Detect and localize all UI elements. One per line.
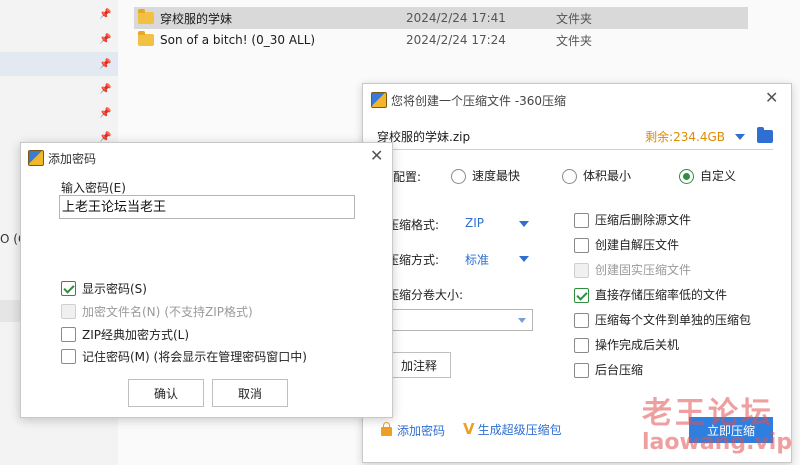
checkbox[interactable] xyxy=(574,313,589,328)
compress-window-titlebar: 您将创建一个压缩文件 -360压缩 xyxy=(371,91,566,109)
option-label: 记住密码(M) (将会显示在管理密码窗口中) xyxy=(82,350,307,364)
file-date: 2024/2/24 17:41 xyxy=(406,11,506,25)
option-self-extract[interactable]: 创建自解压文件 xyxy=(574,236,679,253)
option-show-password[interactable]: 显示密码(S) xyxy=(61,280,147,297)
cancel-button[interactable]: 取消 xyxy=(212,379,288,407)
option-zip-classic[interactable]: ZIP经典加密方式(L) xyxy=(61,326,189,343)
option-label: 创建自解压文件 xyxy=(595,238,680,252)
radio-button[interactable] xyxy=(562,169,577,184)
super-pack-link[interactable]: V 生成超级压缩包 xyxy=(463,420,562,438)
option-label: 直接存储压缩率低的文件 xyxy=(595,288,728,302)
checkbox[interactable] xyxy=(574,213,589,228)
start-compress-button[interactable]: 立即压缩 xyxy=(689,417,773,443)
chevron-down-icon[interactable] xyxy=(518,318,526,323)
password-dialog-title: 添加密码 xyxy=(48,151,97,166)
output-path-field[interactable]: 穿校服的学妹.zip 剩余:234.4GB xyxy=(377,124,773,150)
archive-app-icon xyxy=(371,92,387,108)
add-comment-button[interactable]: 加注释 xyxy=(387,352,451,378)
file-type: 文件夹 xyxy=(556,11,593,26)
checkbox[interactable] xyxy=(574,338,589,353)
method-select[interactable]: 标准 xyxy=(465,251,489,268)
v-badge-icon: V xyxy=(463,420,475,438)
file-row[interactable]: 穿校服的学妹 2024/2/24 17:41 文件夹 xyxy=(134,7,748,29)
checkbox[interactable] xyxy=(574,363,589,378)
free-space-label: 剩余:234.4GB xyxy=(645,130,725,144)
compress-window: 您将创建一个压缩文件 -360压缩 ✕ 穿校服的学妹.zip 剩余:234.4G… xyxy=(362,83,792,463)
add-password-link[interactable]: 添加密码 xyxy=(381,422,445,439)
file-row[interactable]: Son of a bitch! (0_30 ALL) 2024/2/24 17:… xyxy=(134,29,748,51)
add-password-dialog: 添加密码 ✕ 输入密码(E) 上老王论坛当老王 显示密码(S) 加密文件名(N)… xyxy=(20,142,393,418)
checkbox[interactable] xyxy=(574,288,589,303)
option-shutdown-after[interactable]: 操作完成后关机 xyxy=(574,336,679,353)
checkbox[interactable] xyxy=(61,281,76,296)
config-option-label: 体积最小 xyxy=(583,169,632,183)
option-label: 加密文件名(N) xyxy=(82,305,161,319)
close-icon[interactable]: ✕ xyxy=(765,90,778,106)
checkbox[interactable] xyxy=(574,238,589,253)
pin-icon[interactable]: 📌 xyxy=(99,9,111,21)
output-file-name[interactable]: 穿校服的学妹.zip xyxy=(377,128,645,145)
file-name: Son of a bitch! (0_30 ALL) xyxy=(160,33,316,47)
method-label: 压缩方式: xyxy=(387,253,440,267)
volume-size-select[interactable] xyxy=(387,309,533,331)
option-label: 后台压缩 xyxy=(595,363,644,377)
archive-app-icon xyxy=(28,150,44,166)
option-label: 操作完成后关机 xyxy=(595,338,680,352)
compress-window-title: 您将创建一个压缩文件 -360压缩 xyxy=(391,93,567,108)
option-remember-password[interactable]: 记住密码(M) (将会显示在管理密码窗口中) xyxy=(61,348,307,365)
option-delete-source[interactable]: 压缩后删除源文件 xyxy=(574,211,691,228)
checkbox xyxy=(61,304,76,319)
checkbox[interactable] xyxy=(61,327,76,342)
option-note: (不支持ZIP格式) xyxy=(164,305,253,319)
chevron-down-icon[interactable] xyxy=(735,133,745,140)
option-label: ZIP经典加密方式(L) xyxy=(82,328,190,342)
ok-button[interactable]: 确认 xyxy=(128,379,204,407)
option-label: 压缩后删除源文件 xyxy=(595,213,692,227)
pin-icon[interactable]: 📌 xyxy=(99,84,111,96)
chevron-down-icon[interactable] xyxy=(519,221,529,227)
file-type: 文件夹 xyxy=(556,33,593,48)
super-pack-label: 生成超级压缩包 xyxy=(477,423,562,437)
config-option-label: 速度最快 xyxy=(472,169,521,183)
chevron-down-icon[interactable] xyxy=(519,256,529,262)
option-separate-archives[interactable]: 压缩每个文件到单独的压缩包 xyxy=(574,311,751,328)
config-option-custom[interactable]: 自定义 xyxy=(679,167,736,184)
volume-label: 压缩分卷大小: xyxy=(387,288,464,302)
folder-icon xyxy=(138,31,154,46)
option-label: 压缩每个文件到单独的压缩包 xyxy=(595,313,752,327)
method-value: 标准 xyxy=(465,253,490,267)
file-name: 穿校服的学妹 xyxy=(160,11,233,26)
file-date: 2024/2/24 17:24 xyxy=(406,33,506,47)
radio-button[interactable] xyxy=(451,169,466,184)
option-store-low-ratio[interactable]: 直接存储压缩率低的文件 xyxy=(574,286,727,303)
password-label: 输入密码(E) xyxy=(61,181,126,195)
option-encrypt-filenames: 加密文件名(N) (不支持ZIP格式) xyxy=(61,303,253,320)
folder-icon xyxy=(138,9,154,24)
add-password-label: 添加密码 xyxy=(397,424,446,438)
close-icon[interactable]: ✕ xyxy=(370,148,383,164)
format-select[interactable]: ZIP xyxy=(465,216,484,230)
option-solid-archive: 创建固实压缩文件 xyxy=(574,261,691,278)
format-value: ZIP xyxy=(465,216,484,230)
radio-button[interactable] xyxy=(679,169,694,184)
config-option-fastest[interactable]: 速度最快 xyxy=(451,167,520,184)
format-label: 压缩格式: xyxy=(387,218,440,232)
checkbox[interactable] xyxy=(61,349,76,364)
option-label: 创建固实压缩文件 xyxy=(595,263,692,277)
checkbox xyxy=(574,263,589,278)
folder-browse-icon[interactable] xyxy=(757,127,773,143)
nav-item-highlight[interactable] xyxy=(0,300,20,322)
option-label: 显示密码(S) xyxy=(82,282,147,296)
password-input[interactable]: 上老王论坛当老王 xyxy=(59,195,355,219)
config-option-label: 自定义 xyxy=(700,169,737,183)
option-background[interactable]: 后台压缩 xyxy=(574,361,643,378)
pin-icon[interactable]: 📌 xyxy=(99,108,111,120)
pin-icon[interactable]: 📌 xyxy=(99,34,111,46)
password-dialog-titlebar: 添加密码 xyxy=(28,149,96,167)
pin-icon[interactable]: 📌 xyxy=(99,59,111,71)
lock-icon xyxy=(381,422,392,436)
config-option-smallest[interactable]: 体积最小 xyxy=(562,167,631,184)
